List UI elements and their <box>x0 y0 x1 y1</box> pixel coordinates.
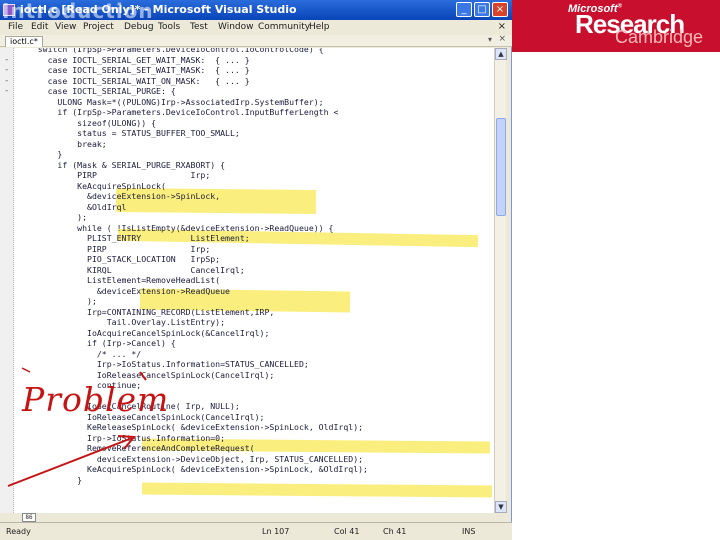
code-line[interactable]: PLIST_ENTRY ListElement; <box>18 233 250 243</box>
code-line[interactable]: if (Irp->Cancel) { <box>18 338 176 348</box>
menu-debug[interactable]: Debug <box>124 22 154 32</box>
menu-project[interactable]: Project <box>83 22 114 32</box>
document-tab-strip: ioctl.c* ▾ × <box>0 34 512 47</box>
menu-window[interactable]: Window <box>218 22 254 32</box>
code-line[interactable]: case IOCTL_SERIAL_GET_WAIT_MASK: { ... } <box>18 55 250 65</box>
code-line[interactable]: case IOCTL_SERIAL_SET_WAIT_MASK: { ... } <box>18 65 250 75</box>
status-ch: Ch 41 <box>383 527 407 536</box>
menu-bar: File Edit View Project Debug Tools Test … <box>0 20 512 35</box>
code-line[interactable]: Tail.Overlay.ListEntry); <box>18 317 225 327</box>
maximize-button[interactable]: □ <box>474 2 490 17</box>
code-line[interactable]: RemoveReferenceAndCompleteRequest( <box>18 443 255 453</box>
code-line[interactable]: KeAcquireSpinLock( <box>18 181 166 191</box>
code-line[interactable]: ULONG Mask=*((PULONG)Irp->AssociatedIrp.… <box>18 97 323 107</box>
code-line[interactable]: if (IrpSp->Parameters.DeviceIoControl.In… <box>18 107 338 117</box>
code-line[interactable]: KeAcquireSpinLock( &deviceExtension->Spi… <box>18 464 368 474</box>
menu-test[interactable]: Test <box>190 22 208 32</box>
close-button[interactable]: × <box>492 2 508 17</box>
code-line[interactable]: ); <box>18 296 97 306</box>
code-line[interactable]: ListElement=RemoveHeadList( <box>18 275 220 285</box>
status-bar: Ready Ln 107 Col 41 Ch 41 INS <box>0 522 512 540</box>
code-line[interactable]: Irp->IoStatus.Information=0; <box>18 433 225 443</box>
code-editor[interactable]: switch (IrpSp->Parameters.DeviceIoContro… <box>0 48 494 513</box>
code-line[interactable]: Irp->IoStatus.Information=STATUS_CANCELL… <box>18 359 309 369</box>
problem-annotation: Problem <box>22 380 170 419</box>
code-line[interactable]: } <box>18 149 62 159</box>
code-line[interactable]: sizeof(ULONG)) { <box>18 118 156 128</box>
menu-tools[interactable]: Tools <box>158 22 180 32</box>
editor-gutter <box>0 48 14 513</box>
highlight-keacquire-2 <box>141 482 493 498</box>
minimize-button[interactable]: _ <box>456 2 472 17</box>
line-number-badge: 86 <box>22 513 36 522</box>
tab-close-icon[interactable]: × <box>498 34 506 44</box>
menu-view[interactable]: View <box>55 22 76 32</box>
tab-ioctl-c[interactable]: ioctl.c* <box>5 36 43 47</box>
code-line[interactable]: Irp=CONTAINING_RECORD(ListElement,IRP, <box>18 307 274 317</box>
code-line[interactable]: } <box>18 475 82 485</box>
code-line[interactable]: KeReleaseSpinLock( &deviceExtension->Spi… <box>18 422 363 432</box>
visual-studio-window: ioctl.c [Read Only]* - Microsoft Visual … <box>0 0 512 540</box>
collapse-icon[interactable]: - <box>4 55 9 65</box>
code-line[interactable]: &OldIrql <box>18 202 126 212</box>
code-line[interactable]: status = STATUS_BUFFER_TOO_SMALL; <box>18 128 240 138</box>
scroll-thumb[interactable] <box>496 118 506 216</box>
status-line: Ln 107 <box>262 527 290 536</box>
code-line[interactable]: PIO_STACK_LOCATION IrpSp; <box>18 254 220 264</box>
code-line[interactable]: PIRP Irp; <box>18 244 210 254</box>
code-line[interactable]: PIRP Irp; <box>18 170 210 180</box>
code-line[interactable]: deviceExtension->DeviceObject, Irp, STAT… <box>18 454 363 464</box>
code-line[interactable]: if (Mask & SERIAL_PURGE_RXABORT) { <box>18 160 225 170</box>
menu-file[interactable]: File <box>8 22 23 32</box>
code-line[interactable]: KIRQL CancelIrql; <box>18 265 245 275</box>
tab-list-icon[interactable]: ▾ <box>488 35 492 44</box>
code-line[interactable]: IoReleaseCancelSpinLock(CancelIrql); <box>18 370 274 380</box>
status-mode: INS <box>462 527 476 536</box>
code-line[interactable]: &deviceExtension->SpinLock, <box>18 191 220 201</box>
microsoft-research-logo: Microsoft® Research Cambridge <box>512 0 720 52</box>
code-line[interactable]: ); <box>18 212 87 222</box>
menu-help[interactable]: Help <box>309 22 330 32</box>
status-col: Col 41 <box>334 527 360 536</box>
logo-cambridge: Cambridge <box>615 27 704 47</box>
menu-edit[interactable]: Edit <box>31 22 48 32</box>
code-line[interactable]: &deviceExtension->ReadQueue <box>18 286 230 296</box>
vertical-scrollbar[interactable]: ▲ ▼ <box>494 48 507 513</box>
scroll-up-icon[interactable]: ▲ <box>495 48 507 60</box>
collapse-icon[interactable]: - <box>4 86 9 96</box>
code-line[interactable]: /* ... */ <box>18 349 141 359</box>
status-text: Ready <box>6 527 31 536</box>
menu-community[interactable]: Community <box>258 22 310 32</box>
collapse-icon[interactable]: - <box>4 65 9 75</box>
title-bar[interactable]: ioctl.c [Read Only]* - Microsoft Visual … <box>0 0 512 23</box>
code-line[interactable]: while ( !IsListEmpty(&deviceExtension->R… <box>18 223 333 233</box>
code-line[interactable]: case IOCTL_SERIAL_PURGE: { <box>18 86 176 96</box>
scroll-down-icon[interactable]: ▼ <box>495 501 507 513</box>
code-line[interactable]: switch (IrpSp->Parameters.DeviceIoContro… <box>18 48 324 54</box>
code-line[interactable]: case IOCTL_SERIAL_WAIT_ON_MASK: { ... } <box>18 76 250 86</box>
collapse-icon[interactable]: - <box>4 76 9 86</box>
code-line[interactable]: IoAcquireCancelSpinLock(&CancelIrql); <box>18 328 269 338</box>
code-line[interactable]: break; <box>18 139 107 149</box>
document-close-icon[interactable]: × <box>498 21 506 32</box>
